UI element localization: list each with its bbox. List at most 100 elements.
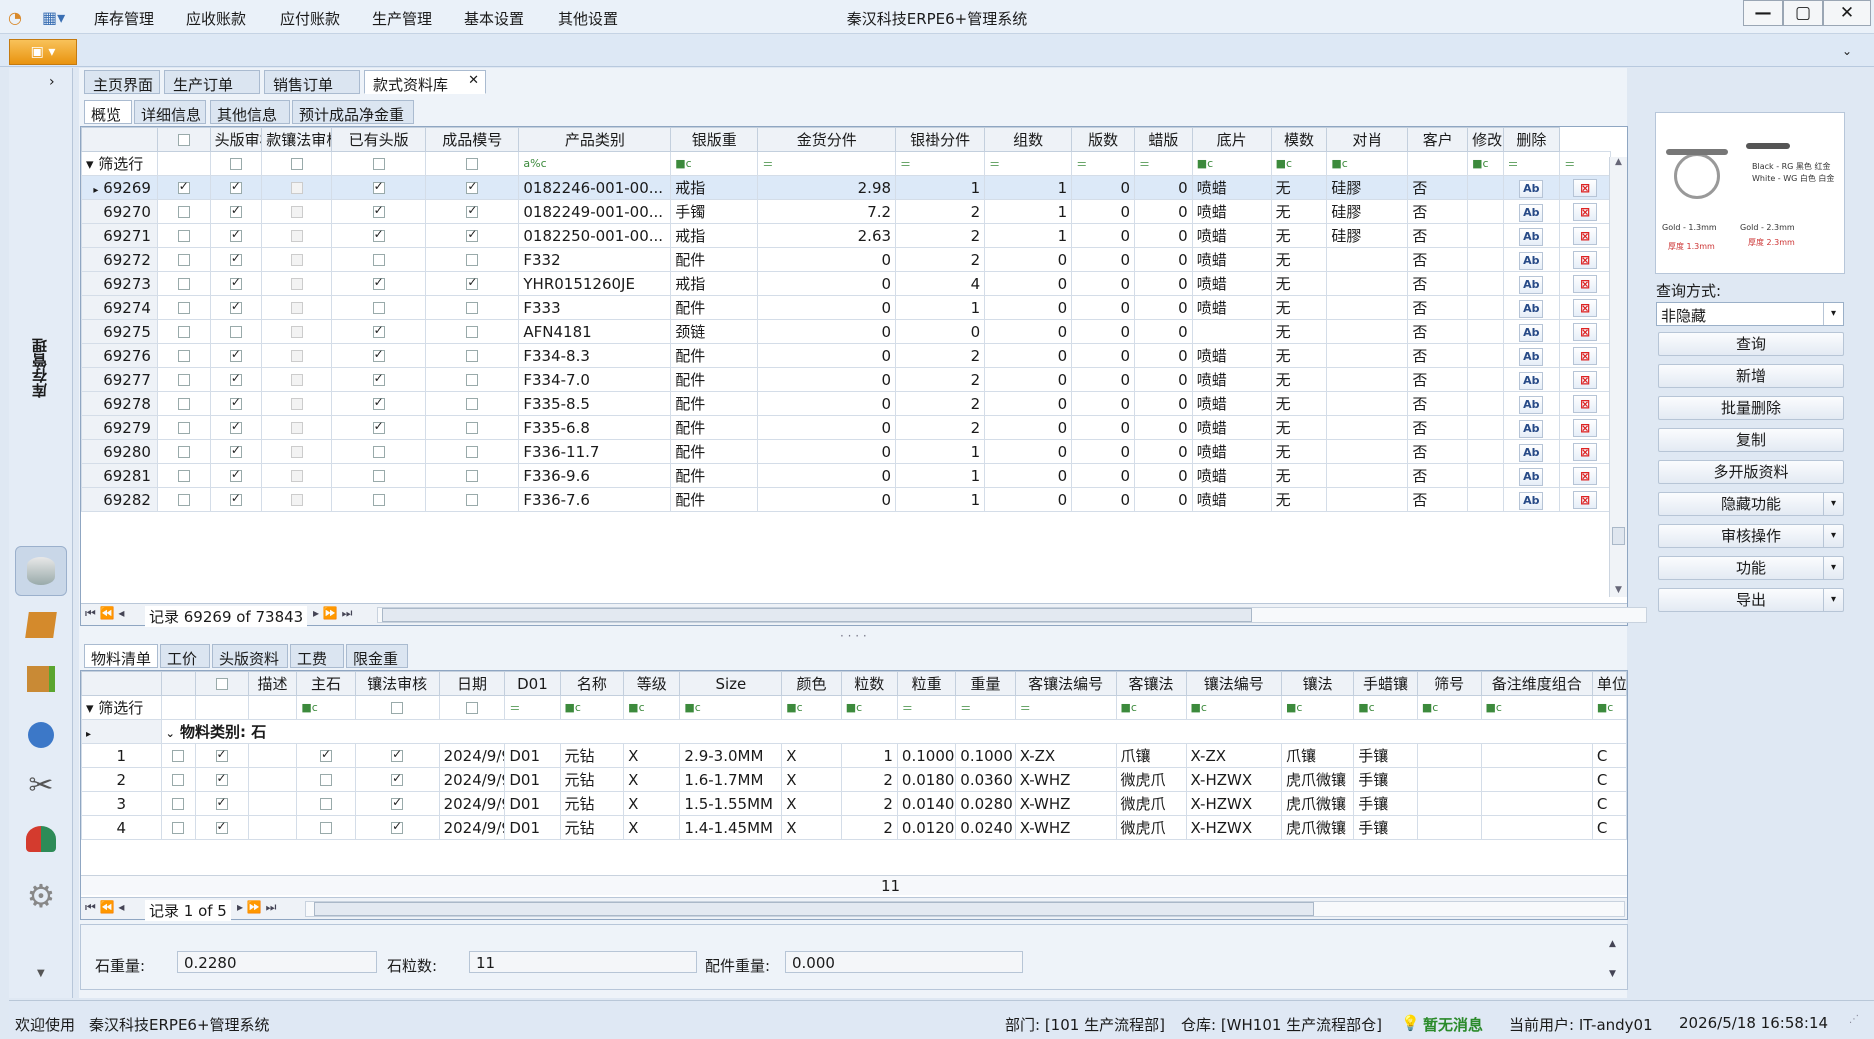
main-stone-checkbox[interactable] [320,798,333,810]
edit-icon[interactable]: Ab [1519,419,1544,438]
row-select-checkbox[interactable] [177,422,190,434]
row-select-checkbox[interactable] [177,179,190,194]
bom-row[interactable]: 1 2024/9/9D01 元钻 X 2.9-3.0MM X 1 0.1000 0.1000 X-… [81,743,1628,768]
filter-cell[interactable] [261,151,333,176]
bom-row-checkbox[interactable] [172,798,185,810]
row-select-checkbox[interactable] [177,494,190,506]
setting-audit-checkbox[interactable] [391,819,404,834]
delete-icon[interactable]: ⊠ [1573,371,1598,389]
audit-checkbox[interactable] [229,299,242,314]
filter-cell[interactable]: ＝ [757,151,897,176]
chevron-down-icon[interactable]: ▾ [1823,557,1843,579]
settings-icon[interactable]: ⚙ [21,876,61,916]
audit-checkbox[interactable] [229,467,242,482]
filter-cell[interactable] [1407,151,1469,176]
menu-item-2[interactable]: 应付账款 [280,8,340,29]
column-header[interactable]: 银版重 [670,127,759,152]
row-select-checkbox[interactable] [177,302,190,314]
has-head-checkbox[interactable] [466,179,479,194]
horizontal-scrollbar[interactable] [377,607,1647,623]
column-header[interactable]: 底片 [1191,127,1272,152]
bom-filter-cell[interactable]: ▾ 筛选行 [81,695,162,720]
delete-icon[interactable]: ⊠ [1573,227,1598,245]
bom-group-row[interactable]: ▸ ⌄ 物料类别: 石 [81,719,1628,744]
bom-select-all-checkbox[interactable] [215,678,228,690]
audit-checkbox[interactable] [229,395,242,410]
edit-icon[interactable]: Ab [1519,395,1544,414]
menu-item-0[interactable]: 库存管理 [94,8,154,29]
doc-tab-3[interactable]: 款式资料库 ✕ [364,70,486,94]
setting-audit-checkbox[interactable] [372,254,385,266]
bom-column-header[interactable]: 等级 [623,671,681,696]
group-collapse-icon[interactable]: ⌄ [166,727,175,740]
menu-item-3[interactable]: 生产管理 [372,8,432,29]
bom-column-header[interactable] [194,671,249,696]
resize-grip-icon[interactable]: ⋰ [1849,1014,1859,1025]
filter-cell[interactable] [331,151,427,176]
has-head-checkbox[interactable] [466,350,479,362]
column-header[interactable]: 成品模号 [425,127,520,152]
action-button-1[interactable]: 新增 [1658,364,1844,388]
column-header[interactable]: 组数 [984,127,1073,152]
setting-audit-checkbox[interactable] [391,747,404,762]
chevron-down-icon[interactable]: ▾ [1823,589,1843,611]
setting-audit-checkbox[interactable] [372,419,385,434]
dropdown-button-0[interactable]: 隐藏功能 ▾ [1658,492,1844,516]
bom-column-header[interactable]: 客镶法 [1115,671,1187,696]
bom-row[interactable]: 2 2024/9/9D01 元钻 X 1.6-1.7MM X 2 0.0180 0.0360 X-… [81,767,1628,792]
bom-filter-cell[interactable] [194,695,249,720]
column-header[interactable]: 银褂分件 [895,127,986,152]
close-button[interactable]: ✕ [1823,0,1871,26]
bom-row-checkbox[interactable] [172,750,185,762]
setting-audit-checkbox[interactable] [372,494,385,506]
filter-cell[interactable] [209,151,263,176]
column-header[interactable]: 头版审核 [209,127,263,152]
bom-filter-cell[interactable]: ■c [1591,695,1628,720]
bom-column-header[interactable]: 日期 [438,671,506,696]
setting-audit-checkbox[interactable] [372,470,385,482]
table-row[interactable]: ▸ 69269 0182246-001-00... 戒指 2.98 1 1 0 0 喷蜡 无 硅膠 否… [81,175,1611,200]
ribbon-collapse-icon[interactable]: ⌄ [1842,44,1852,58]
minimize-button[interactable]: — [1743,0,1783,26]
delete-icon[interactable]: ⊠ [1573,347,1598,365]
table-row[interactable]: 69278 F335-8.5 配件 0 2 0 0 0 喷蜡 无 否 Ab ⊠ [81,391,1611,416]
bom-column-header[interactable]: 主石 [296,671,356,696]
bom-filter-cell[interactable]: ＝ [896,695,957,720]
bom-filter-checkbox[interactable] [465,702,478,714]
filter-cell[interactable]: ■c [670,151,759,176]
bom-column-header[interactable]: 备注维度组合 [1480,671,1593,696]
filter-checkbox[interactable] [466,158,479,170]
bom-column-header[interactable]: 镶法审核 [354,671,440,696]
edit-icon[interactable]: Ab [1519,371,1544,390]
delete-icon[interactable]: ⊠ [1573,299,1598,317]
audit-checkbox[interactable] [229,227,242,242]
bom-column-header[interactable]: 单位 [1591,671,1628,696]
row-select-checkbox[interactable] [177,470,190,482]
dropdown-button-3[interactable]: 导出 ▾ [1658,588,1844,612]
row-select-checkbox[interactable] [177,350,190,362]
has-head-checkbox[interactable] [466,203,479,218]
package-icon[interactable] [21,606,61,646]
filter-checkbox[interactable] [229,158,242,170]
edit-icon[interactable]: Ab [1519,179,1544,198]
row-select-checkbox[interactable] [177,326,190,338]
audit-checkbox[interactable] [229,419,242,434]
filter-cell[interactable]: ＝ [1133,151,1193,176]
table-row[interactable]: 69277 F334-7.0 配件 0 2 0 0 0 喷蜡 无 否 Ab ⊠ [81,367,1611,392]
table-row[interactable]: 69273 YHR0151260JE 戒指 0 4 0 0 0 喷蜡 无 否 Ab ⊠ [81,271,1611,296]
bom-row[interactable]: 4 2024/9/9D01 元钻 X 1.4-1.45MM X 2 0.0120 0.0240 X… [81,815,1628,840]
filter-cell[interactable]: ＝ [1559,151,1611,176]
bom-filter-cell[interactable] [160,695,196,720]
has-head-checkbox[interactable] [466,275,479,290]
column-header[interactable]: 已有头版 [331,127,427,152]
bottom-tab-3[interactable]: 工费 [290,644,344,668]
summary-scroll-down-icon[interactable]: ▼ [1609,969,1616,979]
stone-count-field[interactable]: 11 [469,951,697,973]
bom-column-header[interactable]: 筛号 [1416,671,1482,696]
setting-audit-checkbox[interactable] [372,323,385,338]
bottom-tab-0[interactable]: 物料清单 [84,644,158,668]
chevron-down-icon[interactable]: ▾ [1823,493,1843,515]
setting-audit-checkbox[interactable] [391,795,404,810]
splitter-handle[interactable]: · · · · [840,629,867,643]
table-row[interactable]: 69280 F336-11.7 配件 0 1 0 0 0 喷蜡 无 否 Ab ⊠ [81,439,1611,464]
